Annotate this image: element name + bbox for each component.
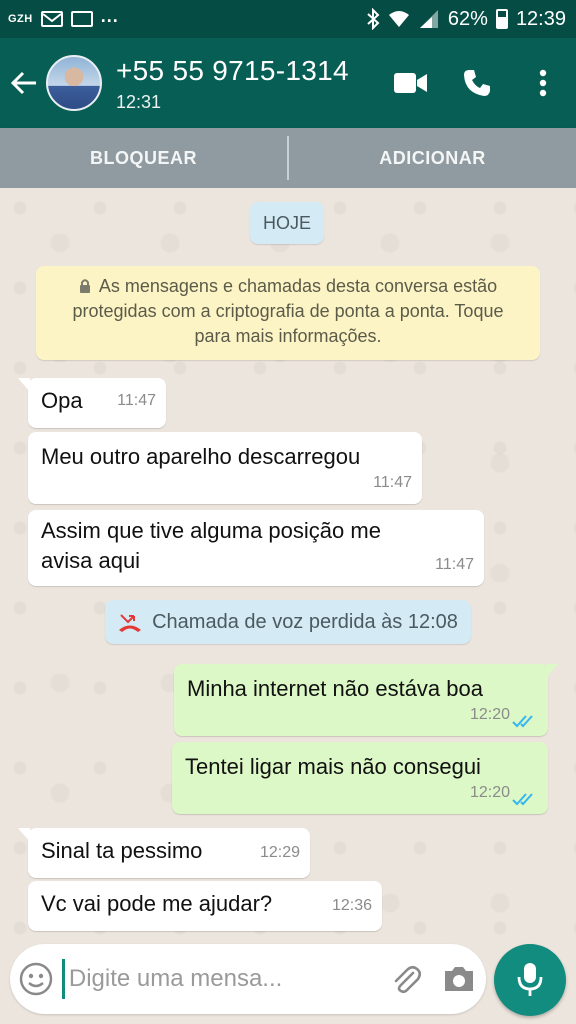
message-bubble[interactable]: Tentei ligar mais não consegui 12:20 (172, 742, 548, 814)
camera-button[interactable] (432, 944, 486, 1014)
message-text: Vc vai pode me ajudar? (41, 891, 273, 916)
header-actions (378, 38, 576, 128)
status-bar: GZH ... 62% 12:39 (0, 0, 576, 38)
bluetooth-icon (366, 8, 380, 30)
date-chip: HOJE (250, 202, 324, 244)
encryption-text: As mensagens e chamadas desta conversa e… (72, 276, 504, 346)
last-seen: 12:31 (116, 91, 162, 112)
avatar[interactable] (46, 55, 102, 111)
message-time: 12:29 (259, 844, 300, 861)
camera-icon (445, 967, 474, 991)
add-contact-button[interactable]: ADICIONAR (289, 148, 576, 169)
message-time: 11:47 (435, 556, 474, 573)
message-bubble[interactable]: Opa 11:47 (18, 378, 166, 428)
phone-icon (464, 70, 490, 96)
clock: 12:39 (515, 7, 566, 30)
message-bubble[interactable]: Vc vai pode me ajudar? 12:36 (28, 881, 382, 931)
message-line: avisa aqui (41, 548, 141, 573)
status-tag: GZH (8, 13, 33, 25)
emoji-icon (19, 962, 53, 996)
message-time: 12:20 (469, 706, 510, 723)
status-left: GZH ... (8, 6, 119, 27)
read-receipt-icon (512, 715, 533, 728)
battery-percent: 62% (447, 7, 488, 30)
message-time: 11:47 (117, 392, 156, 409)
back-arrow-icon (10, 71, 36, 95)
message-bubble[interactable]: Minha internet não estáva boa 12:20 (174, 664, 558, 736)
wifi-icon (388, 9, 410, 29)
more-notifications-icon: ... (100, 5, 119, 26)
voice-call-button[interactable] (444, 38, 510, 128)
message-bubble[interactable]: Sinal ta pessimo 12:29 (18, 828, 310, 878)
microphone-icon (517, 963, 543, 996)
status-right: 62% 12:39 (366, 8, 566, 31)
video-call-icon (394, 73, 427, 93)
read-receipt-icon (512, 793, 533, 806)
contact-name: +55 55 9715-1314 (116, 54, 349, 86)
lock-icon (79, 279, 90, 293)
video-call-button[interactable] (378, 38, 444, 128)
emoji-button[interactable] (10, 944, 62, 1014)
message-time: 12:36 (331, 897, 372, 914)
chat-header: +55 55 9715-1314 12:31 (0, 38, 576, 128)
signal-icon (418, 9, 440, 29)
message-bubble[interactable]: Meu outro aparelho descarregou 11:47 (28, 432, 422, 504)
voice-message-button[interactable] (494, 944, 566, 1016)
more-vert-icon (539, 69, 547, 97)
back-button[interactable] (0, 38, 48, 128)
message-input[interactable] (61, 959, 379, 999)
message-line: Assim que tive alguma posição me (41, 518, 381, 543)
paperclip-icon (394, 965, 421, 994)
missed-call-notice[interactable]: Chamada de voz perdida às 12:08 (105, 600, 471, 644)
message-bubble[interactable]: Assim que tive alguma posição me avisa a… (28, 510, 484, 586)
missed-call-icon (119, 614, 142, 632)
contact-info[interactable]: +55 55 9715-1314 12:31 (116, 54, 378, 113)
message-text: Assim que tive alguma posição me avisa a… (41, 516, 381, 576)
message-text: Opa (41, 388, 83, 413)
message-text: Minha internet não estáva boa (187, 676, 483, 701)
more-options-button[interactable] (510, 38, 576, 128)
attach-button[interactable] (379, 944, 433, 1014)
message-text: Tentei ligar mais não consegui (185, 754, 481, 779)
message-text: Meu outro aparelho descarregou (41, 444, 361, 469)
unknown-contact-actions: BLOQUEAR ADICIONAR (0, 128, 576, 188)
outlook-icon (70, 11, 93, 27)
gmail-icon (40, 11, 63, 27)
message-composer (10, 944, 486, 1014)
message-text: Sinal ta pessimo (41, 838, 203, 863)
block-button[interactable]: BLOQUEAR (0, 148, 287, 169)
chat-area[interactable]: HOJE As mensagens e chamadas desta conve… (0, 188, 576, 948)
message-time: 11:47 (373, 474, 412, 491)
encryption-notice[interactable]: As mensagens e chamadas desta conversa e… (36, 266, 540, 360)
battery-icon (495, 9, 508, 29)
missed-call-text: Chamada de voz perdida às 12:08 (152, 610, 458, 633)
message-time: 12:20 (469, 784, 510, 801)
